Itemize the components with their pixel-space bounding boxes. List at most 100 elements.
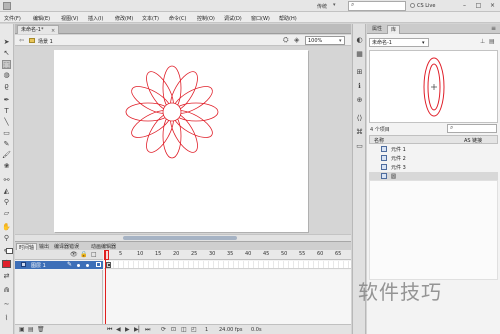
eraser-tool-icon[interactable]: ▱ [2, 209, 11, 218]
workspace-switcher[interactable]: 传统 [317, 3, 327, 10]
subselection-tool-icon[interactable]: ↖ [2, 49, 11, 58]
document-tab[interactable]: 未命名-1* × [17, 25, 59, 34]
cs-live-button[interactable]: CS Live [417, 3, 435, 9]
swap-colors-icon[interactable]: ⇄ [2, 272, 11, 281]
code-snippets-icon[interactable]: ⟨⟩ [355, 114, 364, 123]
color-panel-icon[interactable]: ◐ [355, 36, 364, 45]
tab-library[interactable]: 库 [387, 25, 401, 34]
playhead[interactable] [105, 251, 106, 331]
library-document-select[interactable]: 未命名-1 ▾ [369, 38, 429, 47]
menu-modify[interactable]: 修改(M) [115, 15, 133, 22]
motion-presets-icon[interactable]: ▭ [355, 142, 364, 151]
menu-commands[interactable]: 命令(C) [169, 15, 186, 22]
chevron-down-icon[interactable]: ▾ [333, 2, 336, 8]
close-tab-icon[interactable]: × [51, 27, 55, 35]
panel-menu-icon[interactable]: ≡ [491, 25, 496, 32]
onion-skin-icon[interactable]: ◫ [181, 326, 187, 333]
menu-debug[interactable]: 调试(D) [224, 15, 242, 22]
zoom-select[interactable]: 100% ▾ [305, 36, 345, 45]
new-layer-icon[interactable]: ▣ [19, 326, 25, 333]
edit-scene-icon[interactable]: ⛭ [283, 36, 289, 45]
new-folder-icon[interactable]: ▤ [28, 326, 34, 333]
lasso-tool-icon[interactable]: ϱ [2, 82, 11, 91]
play-icon[interactable]: ▶ [125, 326, 130, 333]
scene-breadcrumb[interactable]: 场景 1 [38, 38, 53, 45]
visibility-toggle[interactable] [77, 264, 80, 267]
menu-file[interactable]: 文件(F) [4, 15, 21, 22]
first-frame-icon[interactable]: ⏮ [107, 326, 112, 334]
scrollbar-thumb[interactable] [123, 236, 237, 240]
paint-bucket-tool-icon[interactable]: ◭ [2, 187, 11, 196]
loop-icon[interactable]: ⟳ [161, 326, 166, 333]
center-frame-icon[interactable]: ⊡ [171, 326, 176, 333]
menu-help[interactable]: 帮助(H) [279, 15, 297, 22]
new-library-icon[interactable]: ▤ [489, 38, 495, 45]
eye-icon[interactable]: 👁 [70, 251, 78, 258]
layer-row[interactable]: 图层 1 ✎ [15, 261, 103, 269]
menu-control[interactable]: 控制(O) [197, 15, 215, 22]
prev-frame-icon[interactable]: ◀ [116, 326, 121, 333]
delete-layer-icon[interactable]: 🗑 [37, 326, 45, 333]
text-tool-icon[interactable]: T [2, 107, 11, 116]
align-panel-icon[interactable]: ⊞ [355, 68, 364, 77]
help-search-input[interactable] [348, 1, 406, 11]
keyframe[interactable] [106, 262, 111, 268]
frames-area-empty[interactable] [104, 270, 351, 324]
frame-rate[interactable]: 24.00 fps [219, 327, 242, 333]
library-item[interactable]: 元件 2 [369, 154, 498, 162]
components-panel-icon[interactable]: ⌘ [355, 128, 364, 137]
free-transform-tool-icon[interactable]: ⬚ [2, 60, 11, 69]
column-linkage[interactable]: AS 链接 [464, 137, 482, 144]
transform-panel-icon[interactable]: ⊕ [355, 96, 364, 105]
zoom-tool-icon[interactable]: ⚲ [2, 234, 11, 243]
menu-insert[interactable]: 插入(I) [88, 15, 103, 22]
library-search-input[interactable]: ⌕ [447, 124, 497, 133]
bone-tool-icon[interactable]: ⚯ [2, 176, 11, 185]
tab-properties[interactable]: 属性 [369, 25, 385, 34]
menu-text[interactable]: 文本(T) [142, 15, 159, 22]
lock-icon[interactable]: 🔒 [80, 251, 87, 258]
brush-tool-icon[interactable]: 🖌 [2, 151, 11, 160]
last-frame-icon[interactable]: ⏭ [145, 326, 150, 334]
library-item[interactable]: 圆 [369, 172, 498, 180]
menu-window[interactable]: 窗口(W) [251, 15, 270, 22]
back-arrow-icon[interactable]: ⇦ [19, 37, 24, 44]
pencil-tool-icon[interactable]: ✎ [2, 140, 11, 149]
frame-row[interactable] [104, 261, 351, 269]
lock-toggle[interactable] [86, 264, 89, 267]
line-tool-icon[interactable]: ╲ [2, 118, 11, 127]
pin-icon[interactable]: ⊥ [480, 38, 485, 45]
snap-to-objects-icon[interactable]: ⋒ [2, 286, 11, 295]
3d-rotation-tool-icon[interactable]: ◍ [2, 71, 11, 80]
maximize-button[interactable]: □ [472, 1, 485, 10]
deco-tool-icon[interactable]: ❀ [2, 162, 11, 171]
menu-view[interactable]: 视图(V) [61, 15, 78, 22]
straighten-icon[interactable]: ⌇ [2, 314, 11, 323]
selection-tool-icon[interactable]: ➤ [2, 38, 11, 47]
fill-color-swatch[interactable] [2, 260, 11, 268]
swatches-panel-icon[interactable]: ▦ [355, 50, 364, 59]
info-panel-icon[interactable]: ℹ [355, 82, 364, 91]
minimize-button[interactable]: – [458, 1, 471, 10]
close-button[interactable]: × [486, 1, 499, 10]
hand-tool-icon[interactable]: ✋ [2, 223, 11, 232]
onion-outline-icon[interactable]: ◰ [191, 326, 197, 333]
outline-icon[interactable]: □ [91, 251, 97, 258]
library-item[interactable]: 元件 1 [369, 145, 498, 153]
edit-symbol-icon[interactable]: ◈ [294, 36, 299, 44]
stage[interactable] [54, 50, 308, 232]
menu-edit[interactable]: 编辑(E) [33, 15, 50, 22]
column-name[interactable]: 名称 [374, 137, 384, 144]
library-item[interactable]: 元件 3 [369, 163, 498, 171]
smooth-icon[interactable]: ∼ [2, 300, 11, 309]
outline-toggle[interactable] [96, 262, 101, 267]
stroke-color-swatch[interactable] [6, 248, 13, 254]
next-frame-icon[interactable]: ▶▏ [134, 326, 143, 333]
spirograph-flower[interactable] [54, 50, 308, 232]
rectangle-tool-icon[interactable]: ▭ [2, 129, 11, 138]
frame-ruler[interactable]: 5 10 15 20 25 30 35 40 45 50 55 60 65 [104, 250, 351, 260]
layer-name[interactable]: 图层 1 [31, 262, 46, 269]
horizontal-scrollbar[interactable] [15, 234, 351, 241]
pen-tool-icon[interactable]: ✒ [2, 96, 11, 105]
eyedropper-tool-icon[interactable]: ⚲ [2, 198, 11, 207]
